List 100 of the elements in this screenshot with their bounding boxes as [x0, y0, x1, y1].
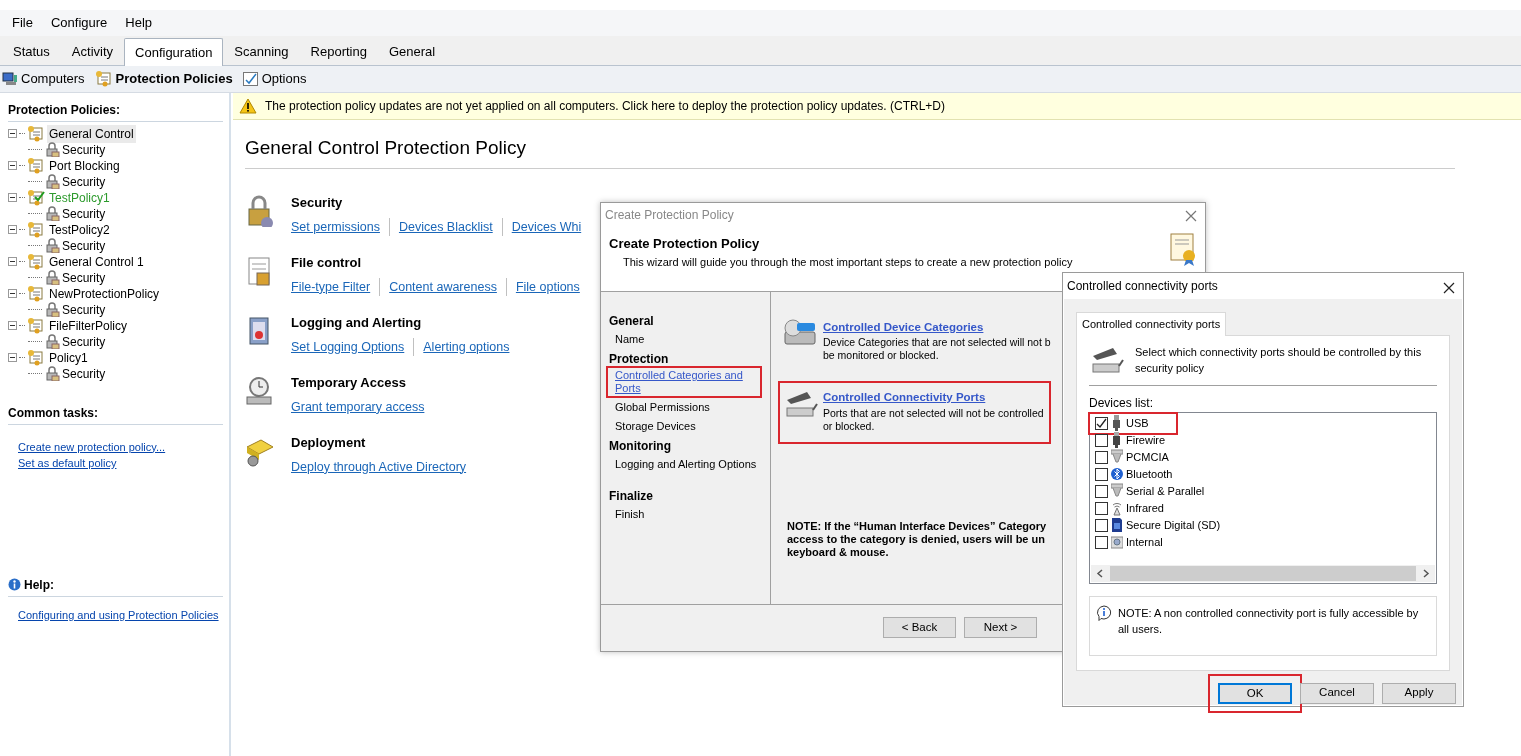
close-icon	[1443, 281, 1455, 294]
wizard-button[interactable]: < Back	[883, 617, 956, 638]
tree-item[interactable]: Security	[62, 364, 106, 383]
checkbox[interactable]	[1095, 518, 1108, 532]
section-link[interactable]: Alerting options	[413, 337, 519, 357]
device-label: Infrared	[1126, 500, 1164, 516]
section-link[interactable]: Set permissions	[291, 217, 389, 237]
dialog-title: Create Protection Policy	[605, 206, 734, 224]
panel-title: Protection Policies:	[8, 100, 223, 122]
device-label: Firewire	[1126, 432, 1166, 448]
step-item[interactable]: Global Permissions	[609, 399, 770, 418]
checkbox-icon	[242, 71, 259, 87]
dialog-button[interactable]: OK	[1218, 682, 1292, 704]
tab[interactable]: Scanning	[223, 37, 300, 65]
section-link[interactable]: Set Logging Options	[291, 337, 414, 357]
toolbar-button[interactable]: Options	[242, 69, 307, 89]
policy-icon	[27, 157, 45, 174]
step-group-title: Protection	[609, 351, 670, 368]
checkbox[interactable]	[1095, 467, 1108, 481]
menu-item[interactable]: Help	[117, 12, 161, 34]
device-label: USB	[1126, 415, 1149, 431]
checkbox[interactable]	[1095, 535, 1108, 549]
tree-item[interactable]: FileFilterPolicy	[47, 316, 129, 335]
section-title: Temporary Access	[291, 374, 407, 392]
lock-icon	[44, 174, 60, 189]
tree-item[interactable]: TestPolicy2	[47, 220, 112, 239]
tab[interactable]: Controlled connectivity ports	[1076, 312, 1227, 336]
section-title: Logging and Alerting	[291, 314, 423, 332]
step-item[interactable]: Storage Devices	[609, 418, 770, 437]
option-description: Ports that are not selected will not be controlled or blocked.	[823, 406, 1044, 433]
device-label: PCMCIA	[1126, 449, 1169, 465]
policy-icon	[27, 253, 45, 270]
dialog-button[interactable]: Cancel	[1300, 682, 1374, 704]
option-link[interactable]: Controlled Connectivity Ports	[823, 389, 986, 407]
tree-item[interactable]: General Control	[47, 124, 136, 143]
step-group-title: General	[609, 313, 655, 330]
section-link[interactable]: Devices Whi	[501, 217, 591, 237]
check-icon	[1096, 417, 1107, 429]
checkbox[interactable]	[1095, 501, 1108, 515]
step-item[interactable]: Finish	[609, 506, 770, 525]
section-link[interactable]: File-type Filter	[291, 277, 380, 297]
tree-item[interactable]: Security	[62, 204, 106, 223]
collapse-icon	[8, 257, 17, 266]
device-label: Secure Digital (SD)	[1126, 517, 1221, 533]
tab[interactable]: Status	[2, 37, 61, 65]
step-item[interactable]: Name	[609, 331, 770, 350]
checkbox[interactable]	[1095, 450, 1108, 464]
lock-icon	[44, 238, 60, 253]
bluetooth-icon	[1111, 466, 1123, 482]
lock-icon	[44, 366, 60, 381]
lock-icon	[44, 334, 60, 349]
dialog-title: Controlled connectivity ports	[1067, 278, 1218, 295]
section-link[interactable]: Deploy through Active Directory	[291, 457, 476, 477]
drive-icon	[1111, 534, 1123, 550]
tree-item[interactable]: General Control 1	[47, 252, 146, 271]
tree-item[interactable]: Security	[62, 332, 106, 351]
step-link[interactable]: Controlled Categories and Ports	[609, 369, 759, 395]
tree-item[interactable]: Security	[62, 268, 106, 287]
tree-item[interactable]: Port Blocking	[47, 156, 122, 175]
menu-item[interactable]: File	[4, 12, 41, 34]
task-link[interactable]: Set as default policy	[18, 455, 223, 472]
tree-item[interactable]: TestPolicy1	[47, 188, 112, 207]
toolbar-button[interactable]: Computers	[2, 69, 85, 89]
section-link[interactable]: File options	[505, 277, 589, 297]
collapse-icon	[8, 225, 17, 234]
section-link[interactable]: Content awareness	[379, 277, 506, 297]
checkbox[interactable]	[1095, 416, 1108, 430]
tab[interactable]: Configuration	[124, 37, 224, 66]
section-link[interactable]: Grant temporary access	[291, 397, 434, 417]
tab[interactable]: Reporting	[299, 37, 378, 65]
policy-icon	[94, 70, 113, 88]
checkbox[interactable]	[1095, 484, 1108, 498]
connector-icon	[1111, 449, 1123, 465]
tree-item[interactable]: Security	[62, 236, 106, 255]
collapse-icon	[8, 193, 17, 202]
policy-icon	[27, 221, 45, 238]
tree-item[interactable]: Policy1	[47, 348, 90, 367]
wizard-subtitle: This wizard will guide you through the most important steps to create a new protection policy	[622, 254, 1074, 270]
collapse-icon	[8, 161, 17, 170]
menu-item[interactable]: Configure	[42, 12, 116, 34]
section-title: Security	[291, 194, 344, 212]
tree-item[interactable]: Security	[62, 172, 106, 191]
horizontal-scrollbar[interactable]	[1091, 564, 1435, 582]
task-link[interactable]: Create new protection policy...	[18, 438, 223, 455]
tree-item[interactable]: Security	[62, 300, 106, 319]
option-link[interactable]: Controlled Device Categories	[823, 319, 984, 337]
collapse-icon	[8, 289, 17, 298]
tree-item[interactable]: Security	[62, 140, 106, 159]
help-link[interactable]: Configuring and using Protection Policies	[18, 606, 223, 623]
tab[interactable]: General	[377, 37, 447, 65]
lock-icon	[44, 142, 60, 157]
warning-icon	[239, 97, 257, 114]
note-text: NOTE: A non controlled connectivity port is fully accessible by all users.	[1118, 605, 1420, 637]
step-item[interactable]: Logging and Alerting Options	[609, 456, 770, 475]
toolbar-button[interactable]: Protection Policies	[94, 69, 233, 89]
dialog-button[interactable]: Apply	[1382, 682, 1456, 704]
tab[interactable]: Activity	[60, 37, 125, 65]
tree-item[interactable]: NewProtectionPolicy	[47, 284, 162, 303]
section-link[interactable]: Devices Blacklist	[388, 217, 502, 237]
wizard-button[interactable]: Next >	[964, 617, 1037, 638]
